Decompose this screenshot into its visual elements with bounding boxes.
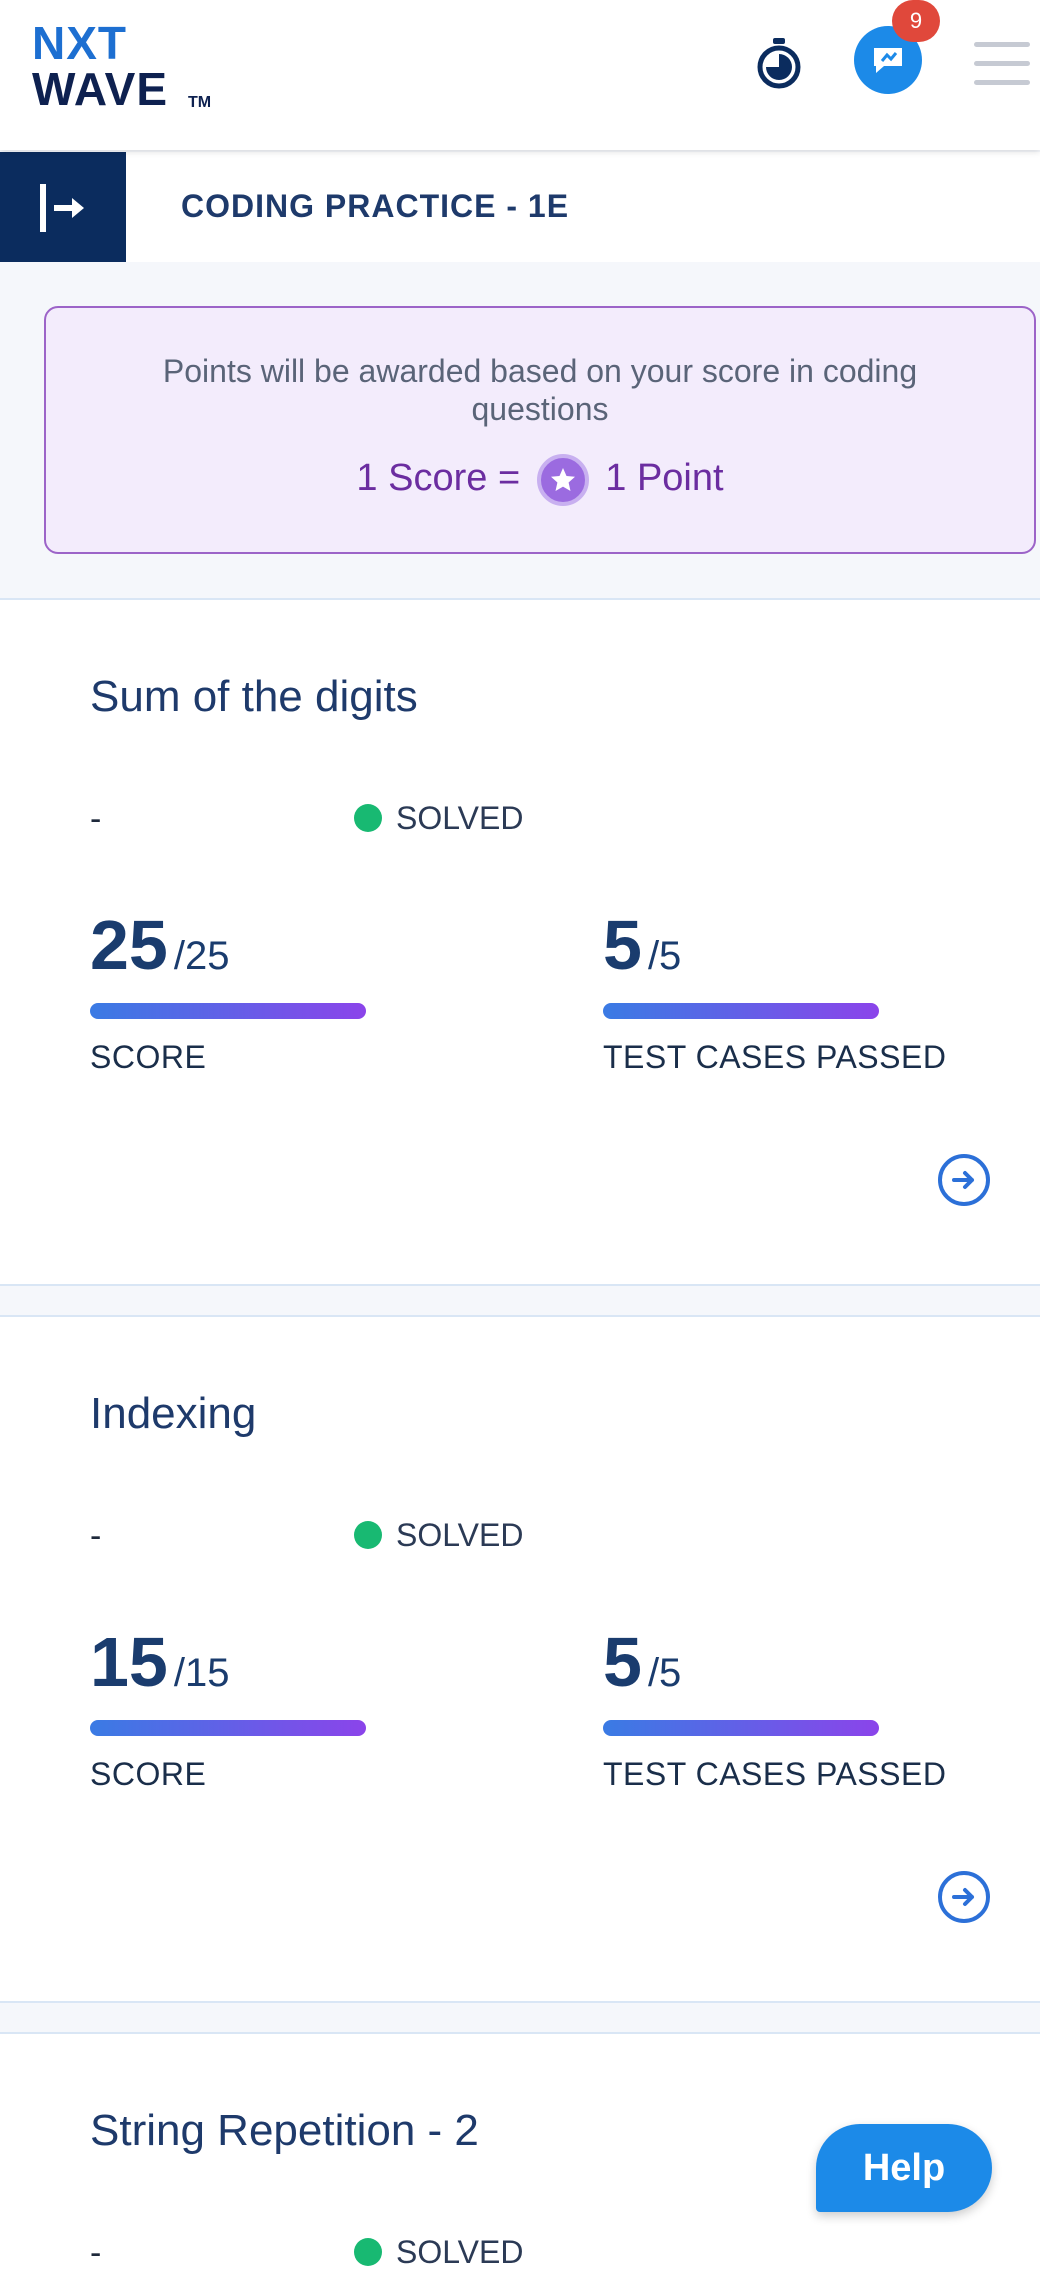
score-label: SCORE bbox=[90, 1756, 207, 1792]
status-badge: SOLVED bbox=[354, 800, 523, 837]
question-meta: - bbox=[90, 800, 102, 838]
question-title: String Repetition - 2 bbox=[90, 2106, 479, 2155]
notification-badge[interactable]: 9 bbox=[892, 0, 940, 42]
question-meta: - bbox=[90, 1517, 102, 1555]
status-badge: SOLVED bbox=[354, 2234, 523, 2271]
logo-line2: WAVE bbox=[32, 63, 169, 115]
test-cases-total: /5 bbox=[647, 1651, 682, 1695]
score-total: /25 bbox=[173, 934, 230, 978]
solved-dot-icon bbox=[354, 1521, 382, 1549]
score-progress-bar bbox=[90, 1720, 366, 1736]
star-coin-icon bbox=[536, 454, 589, 506]
help-button[interactable]: Help bbox=[816, 2124, 992, 2212]
score-label: SCORE bbox=[90, 1039, 207, 1075]
question-card[interactable]: Sum of the digits - SOLVED 25/25 SCORE 5… bbox=[0, 598, 1040, 1286]
hamburger-menu-icon[interactable] bbox=[974, 42, 1030, 86]
solved-dot-icon bbox=[354, 804, 382, 832]
test-cases-metric: 5/5 TEST CASES PASSED bbox=[603, 1622, 946, 1792]
test-cases-label: TEST CASES PASSED bbox=[603, 1756, 947, 1792]
score-metric: 25/25 SCORE bbox=[90, 905, 366, 1075]
points-eq-left: 1 Score = bbox=[356, 457, 521, 500]
test-cases-value: 5 bbox=[603, 906, 642, 984]
test-cases-total: /5 bbox=[647, 934, 682, 978]
test-cases-progress-bar bbox=[603, 1720, 879, 1736]
score-value: 15 bbox=[90, 1623, 168, 1701]
expand-sidebar-icon bbox=[40, 184, 84, 232]
points-description: Points will be awarded based on your sco… bbox=[162, 353, 918, 427]
question-meta: - bbox=[90, 2234, 102, 2272]
open-question-button[interactable] bbox=[938, 1154, 990, 1206]
top-navbar: NXT WAVE TM 9 bbox=[0, 0, 1040, 150]
timer-icon[interactable] bbox=[754, 36, 804, 90]
points-info-banner: Points will be awarded based on your sco… bbox=[44, 306, 1036, 554]
status-label: SOLVED bbox=[396, 800, 524, 836]
chat-icon bbox=[874, 48, 902, 73]
points-equation: 1 Score = 1 Point bbox=[46, 454, 1034, 506]
nxtwave-logo[interactable]: NXT WAVE TM bbox=[32, 16, 232, 116]
open-question-button[interactable] bbox=[938, 1871, 990, 1923]
test-cases-metric: 5/5 TEST CASES PASSED bbox=[603, 905, 946, 1075]
score-value: 25 bbox=[90, 906, 168, 984]
status-label: SOLVED bbox=[396, 1517, 524, 1553]
score-total: /15 bbox=[173, 1651, 230, 1695]
page-title: CODING PRACTICE - 1E bbox=[181, 188, 570, 224]
status-label: SOLVED bbox=[396, 2234, 524, 2270]
arrow-right-icon bbox=[952, 1171, 974, 1189]
logo-tm: TM bbox=[188, 94, 212, 111]
test-cases-label: TEST CASES PASSED bbox=[603, 1039, 947, 1075]
sidebar-toggle-button[interactable] bbox=[0, 152, 126, 262]
question-card[interactable]: Indexing - SOLVED 15/15 SCORE 5/5 TEST C… bbox=[0, 1315, 1040, 2003]
question-title: Indexing bbox=[90, 1389, 257, 1438]
status-badge: SOLVED bbox=[354, 1517, 523, 1554]
score-metric: 15/15 SCORE bbox=[90, 1622, 366, 1792]
solved-dot-icon bbox=[354, 2238, 382, 2266]
question-title: Sum of the digits bbox=[90, 672, 418, 721]
score-progress-bar bbox=[90, 1003, 366, 1019]
practice-header: CODING PRACTICE - 1E bbox=[0, 152, 1040, 262]
points-eq-right: 1 Point bbox=[605, 457, 724, 500]
test-cases-progress-bar bbox=[603, 1003, 879, 1019]
arrow-right-icon bbox=[952, 1888, 974, 1906]
test-cases-value: 5 bbox=[603, 1623, 642, 1701]
